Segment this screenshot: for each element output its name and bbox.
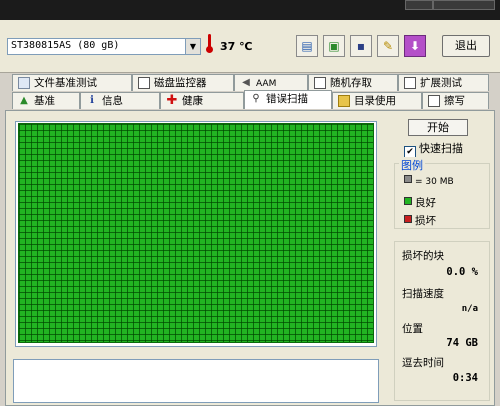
position-value: 74 GB: [446, 337, 478, 349]
damaged-blocks-value: 0.0 %: [446, 266, 478, 278]
error-scan-panel: 开始 ✔ 快速扫描 图例 = 30 MB 良好 损坏 损坏的块 0.0 % 扫描速…: [5, 110, 495, 406]
drive-select[interactable]: ST380815AS (80 gB) ▼: [7, 38, 201, 55]
drive-select-value: ST380815AS (80 gB): [11, 40, 120, 51]
toolbar: ST380815AS (80 gB) ▼ 37 ℃ ▤ ▣ ▪ ✎ ⬇ 退出: [0, 20, 500, 73]
tab-disk-monitor[interactable]: 磁盘监控器: [132, 74, 234, 91]
elapsed-time-label: 逗去时间: [402, 357, 444, 369]
exit-button[interactable]: 退出: [442, 35, 490, 57]
document-icon: [404, 77, 416, 89]
options-button[interactable]: ✎: [377, 35, 399, 57]
tab-label: 擦写: [444, 95, 465, 107]
speaker-icon: ◀: [242, 77, 250, 88]
tab-aam[interactable]: ◀ AAM: [234, 74, 308, 91]
chart-icon: [314, 77, 326, 89]
tab-label: AAM: [256, 79, 277, 89]
legend-block-size-label: = 30 MB: [415, 177, 454, 187]
close-button[interactable]: [433, 0, 495, 10]
tab-label: 健康: [182, 95, 203, 107]
benchmark-icon: ▲: [20, 95, 28, 106]
quick-scan-checkbox[interactable]: ✔ 快速扫描: [404, 140, 463, 158]
scan-speed-value: n/a: [461, 304, 478, 314]
tab-label: 扩展测试: [420, 77, 462, 89]
quick-scan-label: 快速扫描: [419, 142, 463, 155]
save-button[interactable]: ▪: [350, 35, 372, 57]
tab-benchmark[interactable]: ▲ 基准: [12, 92, 80, 109]
tab-random-access[interactable]: 随机存取: [308, 74, 398, 91]
tab-info[interactable]: i 信息: [80, 92, 160, 109]
tab-label: 错误扫描: [266, 93, 308, 105]
info-icon: i: [90, 95, 94, 106]
start-button[interactable]: 开始: [408, 119, 468, 136]
damaged-blocks-label: 损坏的块: [402, 250, 444, 262]
tab-folder-usage[interactable]: 目录使用: [332, 92, 422, 109]
legend-bad: 损坏: [404, 213, 436, 228]
copy-image-icon: ▣: [328, 39, 340, 53]
position-label: 位置: [402, 323, 423, 335]
save-icon: ▪: [356, 39, 366, 53]
file-icon: [18, 77, 30, 89]
scan-log: [13, 359, 379, 403]
bad-swatch-icon: [404, 215, 412, 223]
good-swatch-icon: [404, 197, 412, 205]
copy-icon: ▤: [301, 39, 313, 53]
tab-label: 目录使用: [354, 95, 396, 107]
erase-icon: [428, 95, 440, 107]
health-cross-icon: ✚: [166, 93, 178, 108]
magnifier-icon: ⚲: [252, 93, 260, 104]
legend-good-label: 良好: [415, 197, 436, 209]
legend-good: 良好: [404, 195, 436, 210]
legend-bad-label: 损坏: [415, 215, 436, 227]
tab-error-scan[interactable]: ⚲ 错误扫描: [244, 90, 332, 109]
chevron-down-icon[interactable]: ▼: [185, 39, 200, 54]
window-titlebar: [0, 0, 500, 20]
arrow-down-icon: ⬇: [409, 39, 421, 53]
block-swatch-icon: [404, 175, 412, 183]
elapsed-time-value: 0:34: [452, 372, 478, 384]
folder-icon: [338, 95, 350, 107]
download-button[interactable]: ⬇: [404, 35, 426, 57]
legend-title: 图例: [399, 157, 425, 173]
legend-block-size: = 30 MB: [404, 175, 454, 187]
copy-text-button[interactable]: ▤: [296, 35, 318, 57]
tab-label: 磁盘监控器: [154, 77, 207, 89]
minimize-button[interactable]: [405, 0, 433, 10]
copy-image-button[interactable]: ▣: [323, 35, 345, 57]
temperature-readout: 37 ℃: [220, 40, 253, 53]
scan-speed-label: 扫描速度: [402, 288, 444, 300]
tab-label: 文件基准测试: [34, 77, 97, 89]
tab-health[interactable]: ✚ 健康: [160, 92, 244, 109]
scan-block-map: [18, 123, 374, 343]
tab-label: 信息: [102, 95, 123, 107]
tab-erase[interactable]: 擦写: [422, 92, 489, 109]
tab-extended-tests[interactable]: 扩展测试: [398, 74, 489, 91]
options-icon: ✎: [382, 39, 394, 53]
tab-label: 基准: [34, 95, 55, 107]
monitor-icon: [138, 77, 150, 89]
tab-file-benchmark[interactable]: 文件基准测试: [12, 74, 132, 91]
thermometer-icon: [206, 34, 213, 54]
tab-label: 随机存取: [330, 77, 372, 89]
